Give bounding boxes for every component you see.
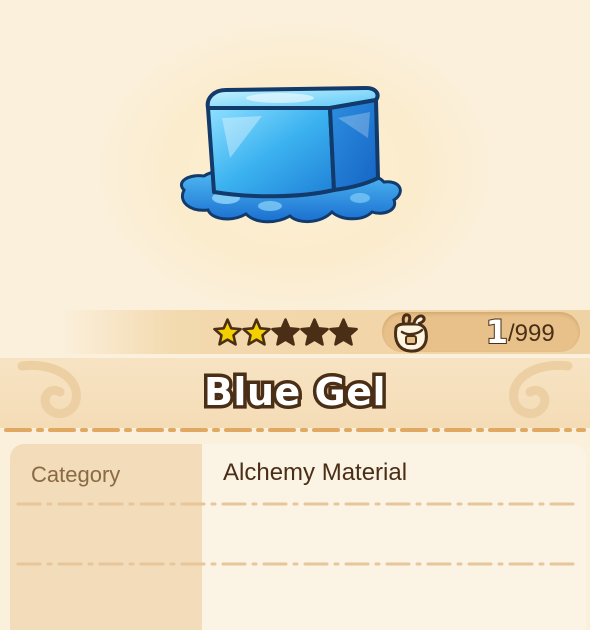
category-value: Alchemy Material [223, 459, 408, 486]
star-empty-icon [271, 318, 300, 346]
star-empty-icon [329, 318, 358, 346]
title-divider [4, 428, 586, 432]
item-info-table: Category Alchemy Material [10, 444, 586, 630]
star-filled-icon [213, 318, 242, 346]
quantity-max: /999 [508, 320, 555, 347]
star-filled-icon [242, 318, 271, 346]
rarity-stars [212, 314, 358, 350]
blue-gel-cube-icon [180, 86, 402, 224]
category-label: Category [31, 462, 121, 487]
item-art-area [0, 0, 590, 314]
item-bag-icon [394, 313, 428, 353]
quantity-current: 1 [485, 313, 509, 351]
item-name-title: Blue Gel [200, 367, 389, 418]
row-divider [16, 562, 582, 566]
star-empty-icon [300, 318, 329, 346]
row-divider [16, 502, 582, 506]
